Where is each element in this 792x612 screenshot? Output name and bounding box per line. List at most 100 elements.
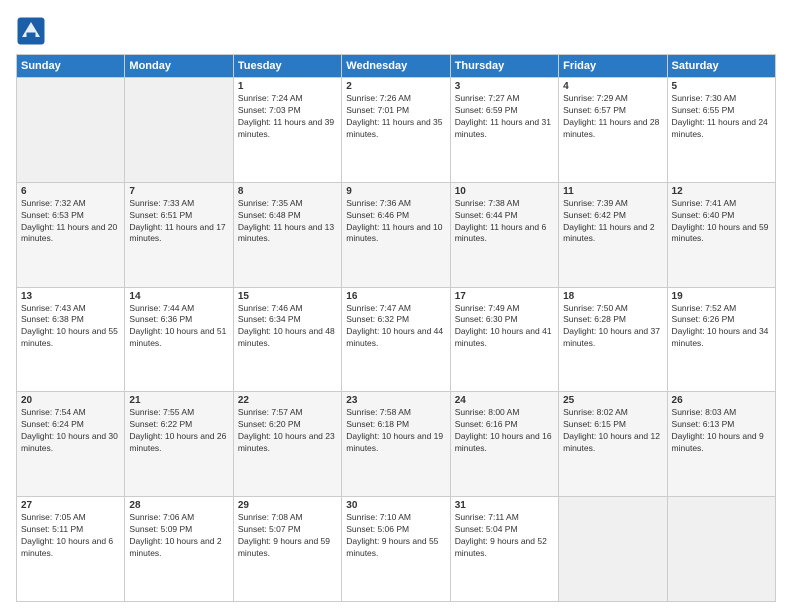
- daylight-text: Daylight: 10 hours and 34 minutes.: [672, 326, 771, 350]
- daylight-text: Daylight: 10 hours and 6 minutes.: [21, 536, 120, 560]
- daylight-text: Daylight: 10 hours and 19 minutes.: [346, 431, 445, 455]
- cell-content: Sunrise: 7:11 AMSunset: 5:04 PMDaylight:…: [455, 512, 554, 560]
- calendar-cell: 7Sunrise: 7:33 AMSunset: 6:51 PMDaylight…: [125, 182, 233, 287]
- calendar-cell: 18Sunrise: 7:50 AMSunset: 6:28 PMDayligh…: [559, 287, 667, 392]
- day-number: 5: [672, 81, 771, 92]
- sunrise-text: Sunrise: 7:35 AM: [238, 198, 337, 210]
- sunset-text: Sunset: 5:09 PM: [129, 524, 228, 536]
- day-number: 8: [238, 186, 337, 197]
- day-number: 9: [346, 186, 445, 197]
- calendar-cell: 3Sunrise: 7:27 AMSunset: 6:59 PMDaylight…: [450, 78, 558, 183]
- cell-content: Sunrise: 7:46 AMSunset: 6:34 PMDaylight:…: [238, 303, 337, 351]
- sunrise-text: Sunrise: 7:49 AM: [455, 303, 554, 315]
- calendar-cell: [17, 78, 125, 183]
- sunset-text: Sunset: 6:40 PM: [672, 210, 771, 222]
- day-number: 21: [129, 395, 228, 406]
- cell-content: Sunrise: 7:06 AMSunset: 5:09 PMDaylight:…: [129, 512, 228, 560]
- cell-content: Sunrise: 7:08 AMSunset: 5:07 PMDaylight:…: [238, 512, 337, 560]
- calendar-cell: 1Sunrise: 7:24 AMSunset: 7:03 PMDaylight…: [233, 78, 341, 183]
- daylight-text: Daylight: 9 hours and 55 minutes.: [346, 536, 445, 560]
- calendar-cell: 29Sunrise: 7:08 AMSunset: 5:07 PMDayligh…: [233, 497, 341, 602]
- daylight-text: Daylight: 9 hours and 59 minutes.: [238, 536, 337, 560]
- sunset-text: Sunset: 6:53 PM: [21, 210, 120, 222]
- calendar-week-row: 13Sunrise: 7:43 AMSunset: 6:38 PMDayligh…: [17, 287, 776, 392]
- cell-content: Sunrise: 7:58 AMSunset: 6:18 PMDaylight:…: [346, 407, 445, 455]
- sunset-text: Sunset: 6:26 PM: [672, 314, 771, 326]
- calendar-cell: 10Sunrise: 7:38 AMSunset: 6:44 PMDayligh…: [450, 182, 558, 287]
- sunrise-text: Sunrise: 7:29 AM: [563, 93, 662, 105]
- calendar-cell: [667, 497, 775, 602]
- day-number: 22: [238, 395, 337, 406]
- cell-content: Sunrise: 7:26 AMSunset: 7:01 PMDaylight:…: [346, 93, 445, 141]
- sunset-text: Sunset: 6:48 PM: [238, 210, 337, 222]
- calendar-cell: 17Sunrise: 7:49 AMSunset: 6:30 PMDayligh…: [450, 287, 558, 392]
- sunset-text: Sunset: 6:34 PM: [238, 314, 337, 326]
- day-number: 3: [455, 81, 554, 92]
- calendar-cell: 23Sunrise: 7:58 AMSunset: 6:18 PMDayligh…: [342, 392, 450, 497]
- sunset-text: Sunset: 6:15 PM: [563, 419, 662, 431]
- calendar-header-row: SundayMondayTuesdayWednesdayThursdayFrid…: [17, 55, 776, 78]
- sunset-text: Sunset: 6:55 PM: [672, 105, 771, 117]
- calendar-cell: 22Sunrise: 7:57 AMSunset: 6:20 PMDayligh…: [233, 392, 341, 497]
- daylight-text: Daylight: 10 hours and 9 minutes.: [672, 431, 771, 455]
- day-number: 17: [455, 291, 554, 302]
- day-number: 6: [21, 186, 120, 197]
- day-number: 12: [672, 186, 771, 197]
- weekday-header-saturday: Saturday: [667, 55, 775, 78]
- daylight-text: Daylight: 11 hours and 35 minutes.: [346, 117, 445, 141]
- header: [16, 16, 776, 46]
- daylight-text: Daylight: 11 hours and 20 minutes.: [21, 222, 120, 246]
- calendar-week-row: 1Sunrise: 7:24 AMSunset: 7:03 PMDaylight…: [17, 78, 776, 183]
- calendar-cell: 30Sunrise: 7:10 AMSunset: 5:06 PMDayligh…: [342, 497, 450, 602]
- sunrise-text: Sunrise: 7:43 AM: [21, 303, 120, 315]
- calendar-cell: 25Sunrise: 8:02 AMSunset: 6:15 PMDayligh…: [559, 392, 667, 497]
- calendar-cell: 31Sunrise: 7:11 AMSunset: 5:04 PMDayligh…: [450, 497, 558, 602]
- daylight-text: Daylight: 10 hours and 48 minutes.: [238, 326, 337, 350]
- sunrise-text: Sunrise: 7:41 AM: [672, 198, 771, 210]
- cell-content: Sunrise: 7:29 AMSunset: 6:57 PMDaylight:…: [563, 93, 662, 141]
- cell-content: Sunrise: 7:57 AMSunset: 6:20 PMDaylight:…: [238, 407, 337, 455]
- cell-content: Sunrise: 7:39 AMSunset: 6:42 PMDaylight:…: [563, 198, 662, 246]
- sunset-text: Sunset: 6:24 PM: [21, 419, 120, 431]
- day-number: 20: [21, 395, 120, 406]
- day-number: 29: [238, 500, 337, 511]
- cell-content: Sunrise: 7:27 AMSunset: 6:59 PMDaylight:…: [455, 93, 554, 141]
- weekday-header-tuesday: Tuesday: [233, 55, 341, 78]
- sunset-text: Sunset: 6:20 PM: [238, 419, 337, 431]
- sunrise-text: Sunrise: 7:57 AM: [238, 407, 337, 419]
- weekday-header-friday: Friday: [559, 55, 667, 78]
- cell-content: Sunrise: 7:36 AMSunset: 6:46 PMDaylight:…: [346, 198, 445, 246]
- sunrise-text: Sunrise: 7:38 AM: [455, 198, 554, 210]
- daylight-text: Daylight: 10 hours and 55 minutes.: [21, 326, 120, 350]
- daylight-text: Daylight: 10 hours and 26 minutes.: [129, 431, 228, 455]
- sunset-text: Sunset: 6:36 PM: [129, 314, 228, 326]
- calendar-cell: 8Sunrise: 7:35 AMSunset: 6:48 PMDaylight…: [233, 182, 341, 287]
- calendar-cell: 5Sunrise: 7:30 AMSunset: 6:55 PMDaylight…: [667, 78, 775, 183]
- cell-content: Sunrise: 7:33 AMSunset: 6:51 PMDaylight:…: [129, 198, 228, 246]
- day-number: 15: [238, 291, 337, 302]
- calendar-cell: 27Sunrise: 7:05 AMSunset: 5:11 PMDayligh…: [17, 497, 125, 602]
- sunrise-text: Sunrise: 8:02 AM: [563, 407, 662, 419]
- daylight-text: Daylight: 10 hours and 23 minutes.: [238, 431, 337, 455]
- sunset-text: Sunset: 6:28 PM: [563, 314, 662, 326]
- daylight-text: Daylight: 10 hours and 37 minutes.: [563, 326, 662, 350]
- day-number: 27: [21, 500, 120, 511]
- daylight-text: Daylight: 11 hours and 10 minutes.: [346, 222, 445, 246]
- cell-content: Sunrise: 7:54 AMSunset: 6:24 PMDaylight:…: [21, 407, 120, 455]
- calendar-table: SundayMondayTuesdayWednesdayThursdayFrid…: [16, 54, 776, 602]
- sunrise-text: Sunrise: 7:27 AM: [455, 93, 554, 105]
- calendar-cell: 13Sunrise: 7:43 AMSunset: 6:38 PMDayligh…: [17, 287, 125, 392]
- day-number: 30: [346, 500, 445, 511]
- day-number: 14: [129, 291, 228, 302]
- cell-content: Sunrise: 7:05 AMSunset: 5:11 PMDaylight:…: [21, 512, 120, 560]
- calendar-cell: 24Sunrise: 8:00 AMSunset: 6:16 PMDayligh…: [450, 392, 558, 497]
- sunset-text: Sunset: 6:18 PM: [346, 419, 445, 431]
- sunrise-text: Sunrise: 8:00 AM: [455, 407, 554, 419]
- sunrise-text: Sunrise: 7:52 AM: [672, 303, 771, 315]
- sunrise-text: Sunrise: 7:26 AM: [346, 93, 445, 105]
- sunset-text: Sunset: 5:07 PM: [238, 524, 337, 536]
- cell-content: Sunrise: 8:03 AMSunset: 6:13 PMDaylight:…: [672, 407, 771, 455]
- sunrise-text: Sunrise: 7:58 AM: [346, 407, 445, 419]
- daylight-text: Daylight: 10 hours and 41 minutes.: [455, 326, 554, 350]
- calendar-cell: 19Sunrise: 7:52 AMSunset: 6:26 PMDayligh…: [667, 287, 775, 392]
